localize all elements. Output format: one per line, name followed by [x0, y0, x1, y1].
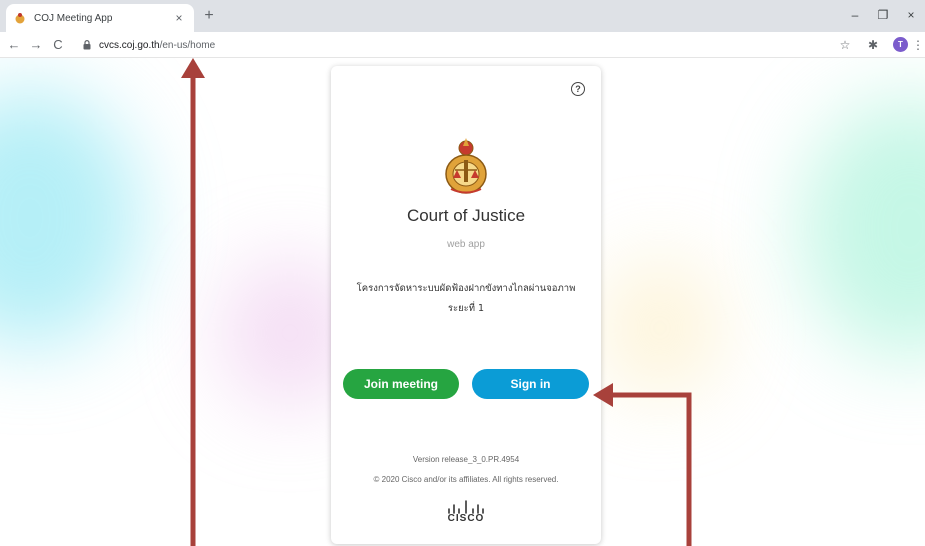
bookmark-star-icon[interactable]: ☆: [838, 38, 852, 52]
join-meeting-button[interactable]: Join meeting: [343, 369, 459, 399]
url-path: /en-us/home: [159, 39, 216, 51]
project-line-1: โครงการจัดหาระบบผัดฟ้องฝากขังทางไกลผ่านจ…: [356, 283, 576, 294]
version-text: Version release_3_0.PR.4954: [412, 455, 520, 464]
url-text: cvcs.coj.go.th/en-us/home: [99, 40, 215, 51]
address-bar[interactable]: cvcs.coj.go.th/en-us/home: [75, 35, 820, 55]
page-content: ? Court of Justice web app โครงการจัดหาร…: [0, 58, 925, 546]
tab-bar: COJ Meeting App × + – ❐ ×: [0, 0, 925, 32]
app-subtitle: web app: [447, 239, 485, 250]
cisco-wordmark: CISCO: [447, 513, 485, 524]
restore-button[interactable]: ❐: [875, 8, 891, 22]
reload-button[interactable]: C: [50, 37, 66, 53]
forward-button[interactable]: →: [28, 37, 44, 53]
project-description: โครงการจัดหาระบบผัดฟ้องฝากขังทางไกลผ่านจ…: [341, 279, 591, 319]
lock-icon: [83, 40, 91, 50]
court-favicon-icon: [15, 13, 25, 24]
sign-in-button[interactable]: Sign in: [472, 369, 589, 399]
browser-tab[interactable]: COJ Meeting App ×: [6, 4, 194, 32]
background-blob-mint: [800, 98, 925, 358]
court-title: Court of Justice: [406, 206, 526, 225]
minimize-button[interactable]: –: [847, 8, 863, 22]
new-tab-button[interactable]: +: [200, 7, 218, 25]
copyright-text: © 2020 Cisco and/or its affiliates. All …: [373, 475, 559, 484]
profile-avatar[interactable]: T: [893, 37, 908, 52]
help-icon[interactable]: ?: [571, 82, 585, 96]
url-domain: cvcs.coj.go.th: [99, 39, 160, 51]
background-blob-yellow: [600, 258, 720, 398]
court-emblem-icon: [445, 138, 487, 194]
close-window-button[interactable]: ×: [903, 8, 919, 22]
back-button[interactable]: ←: [6, 37, 22, 53]
tab-close-icon[interactable]: ×: [172, 11, 186, 25]
browser-toolbar: ← → C cvcs.coj.go.th/en-us/home ☆ ✱ T ⋮: [0, 32, 925, 58]
background-blob-cyan: [0, 88, 140, 348]
extensions-icon[interactable]: ✱: [866, 38, 880, 52]
login-card: ? Court of Justice web app โครงการจัดหาร…: [331, 66, 601, 544]
tab-title: COJ Meeting App: [34, 12, 113, 24]
menu-icon[interactable]: ⋮: [911, 38, 925, 52]
project-line-2: ระยะที่ 1: [447, 303, 485, 314]
